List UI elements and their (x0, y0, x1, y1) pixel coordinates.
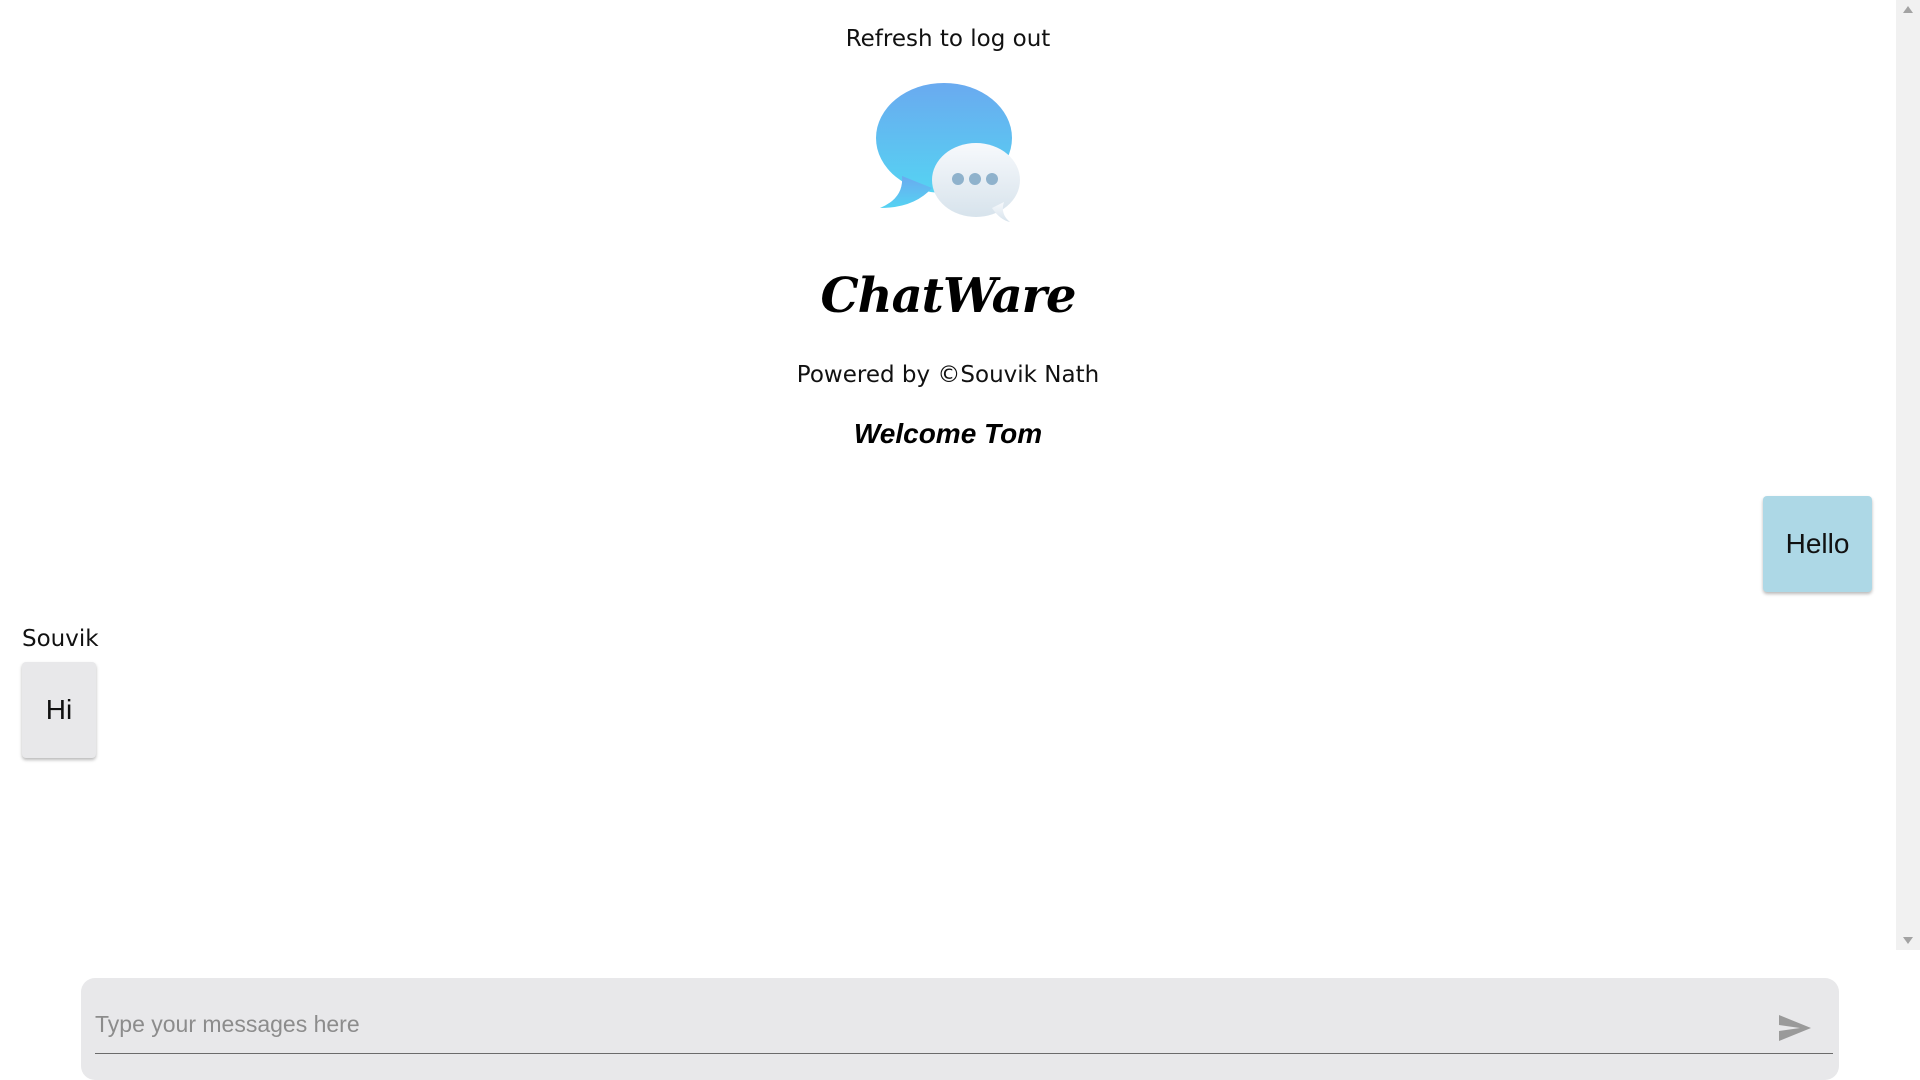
scroll-down-arrow-icon[interactable] (1903, 937, 1913, 944)
sent-message-bubble: Hello (1763, 496, 1872, 592)
message-input[interactable] (95, 1000, 1833, 1054)
message-composer (81, 978, 1839, 1080)
chat-page: Refresh to log out ChatWare Powered by ©… (0, 0, 1920, 1080)
send-icon (1779, 1015, 1811, 1041)
logout-link[interactable]: Refresh to log out (0, 26, 1896, 52)
welcome-text: Welcome Tom (853, 418, 1043, 449)
vertical-scrollbar[interactable] (1896, 0, 1920, 950)
chat-scroll-area: Refresh to log out ChatWare Powered by ©… (0, 0, 1896, 950)
app-name: ChatWare (820, 268, 1076, 324)
powered-by-text: Powered by ©Souvik Nath (796, 362, 1100, 388)
message-sender-name: Souvik (22, 626, 99, 652)
chat-bubbles-icon (876, 83, 1020, 222)
scroll-up-arrow-icon[interactable] (1903, 6, 1913, 13)
received-message-bubble: Hi (22, 662, 96, 758)
send-button[interactable] (1767, 1006, 1817, 1050)
